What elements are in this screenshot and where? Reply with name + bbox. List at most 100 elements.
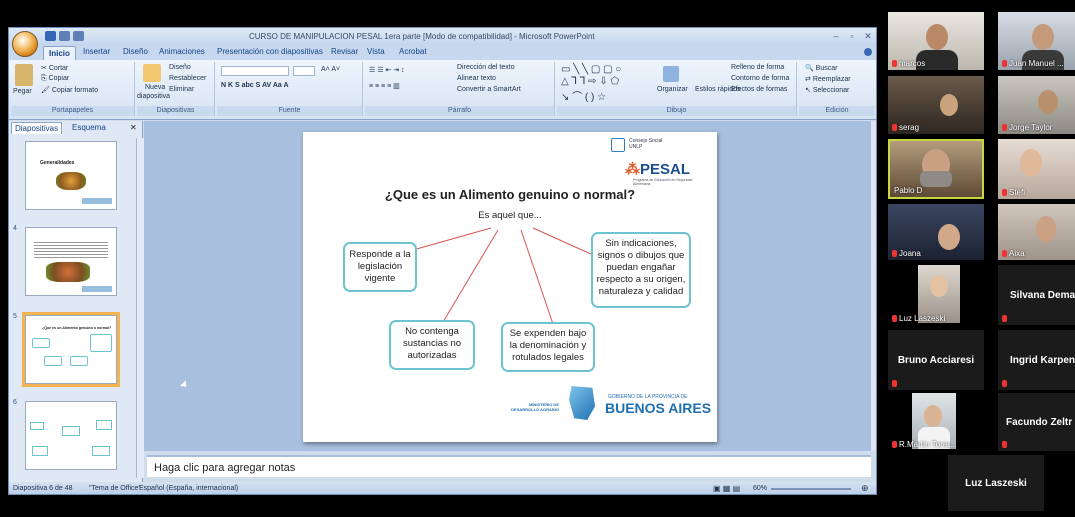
participant-name-text: R.Martín Torra... <box>899 440 957 449</box>
shapes-gallery-row2[interactable]: △ ⅂ ⅂ ⇨ ⇩ ⬠ <box>561 76 619 87</box>
slide-number: 4 <box>13 225 17 232</box>
current-slide[interactable]: Consejo Social UNLP ⁂PESAL Programa de E… <box>303 132 717 442</box>
select-button[interactable]: ↖ Seleccionar <box>805 86 849 94</box>
office-button[interactable] <box>12 31 38 57</box>
grow-font-button[interactable]: A˄ A˅ <box>321 66 340 73</box>
tab-animaciones[interactable]: Animaciones <box>159 47 205 56</box>
copy-button[interactable]: ⎘ Copiar <box>41 75 69 83</box>
tab-inicio[interactable]: Inicio <box>43 46 76 60</box>
shapes-gallery[interactable]: ▭ ╲ ╲ ▢ ▢ ○ <box>561 64 621 75</box>
slide-thumbnail-3[interactable]: Generalidades <box>25 141 117 210</box>
slide-thumbnail-6[interactable] <box>25 401 117 470</box>
layout-button[interactable]: Diseño <box>169 64 191 71</box>
view-buttons[interactable]: ▣ ▦ ▤ <box>713 484 740 493</box>
participant-tile[interactable]: Juan Manuel ... <box>998 12 1075 70</box>
undo-icon[interactable] <box>59 31 70 41</box>
participant-name: Juan Manuel ... <box>1002 59 1064 68</box>
thumb-title: Generalidades <box>40 160 75 166</box>
participant-tile[interactable]: Luz Laszeski <box>948 455 1044 511</box>
food-image <box>56 172 86 190</box>
consejo-social-logo: Consejo Social UNLP <box>629 138 663 150</box>
participant-tile[interactable]: Jorge Taylor <box>998 76 1075 134</box>
arrow-to-b3 <box>442 229 499 323</box>
smartart-button[interactable]: Convertir a SmartArt <box>457 86 521 93</box>
align-buttons[interactable]: ≡ ≡ ≡ ≡ ▥ <box>369 82 400 90</box>
status-language[interactable]: Español (España, internacional) <box>139 485 238 492</box>
replace-label: Reemplazar <box>812 76 851 83</box>
participant-name-text: Juan Manuel ... <box>1009 59 1064 68</box>
title-bar: CURSO DE MANIPULACION PESAL 1era parte [… <box>9 28 876 45</box>
redo-icon[interactable] <box>73 31 84 41</box>
shape-effects-button[interactable]: Efectos de formas <box>731 86 787 93</box>
tab-acrobat[interactable]: Acrobat <box>399 47 427 56</box>
slide-scrollbar[interactable] <box>871 121 876 451</box>
fit-window-icon[interactable]: ⊕ <box>861 483 869 494</box>
participant-tile[interactable]: Ingrid Karpen <box>998 330 1075 390</box>
tab-esquema[interactable]: Esquema <box>69 122 109 133</box>
delete-slide-button[interactable]: Eliminar <box>169 86 194 93</box>
tab-vista[interactable]: Vista <box>367 47 385 56</box>
participant-name: R.Martín Torra... <box>892 440 957 449</box>
slide-thumbnail-4[interactable] <box>25 227 117 296</box>
participant-tile-active-speaker[interactable]: Pablo D <box>888 139 984 199</box>
participant-tile[interactable]: Silvana Demar <box>998 265 1075 325</box>
maximize-button[interactable]: ▫ <box>845 31 859 41</box>
thumb-box <box>30 422 44 430</box>
participant-name: marcos <box>892 59 925 68</box>
participant-name: Aixa <box>1002 249 1025 258</box>
paste-button[interactable]: Pegar <box>13 88 32 95</box>
shape-fill-button[interactable]: Relleno de forma <box>731 64 784 71</box>
minimize-button[interactable]: – <box>829 31 843 41</box>
muted-mic-icon <box>1002 189 1007 196</box>
save-icon[interactable] <box>45 31 56 41</box>
participant-tile[interactable]: Aixa <box>998 204 1075 260</box>
participant-tile[interactable]: Joana <box>888 204 984 260</box>
new-slide-label2[interactable]: diapositiva <box>137 93 170 100</box>
participant-name-display: Luz Laszeski <box>965 477 1027 489</box>
align-text-button[interactable]: Alinear texto <box>457 75 496 82</box>
thumb-logo <box>82 286 112 292</box>
participant-tile[interactable]: Bruno Acciaresi <box>888 330 984 390</box>
find-button[interactable]: 🔍 Buscar <box>805 64 837 72</box>
tab-revisar[interactable]: Revisar <box>331 47 358 56</box>
help-icon[interactable] <box>864 48 872 56</box>
list-buttons[interactable]: ☰ ☰ ⇤ ⇥ ↕ <box>369 66 405 74</box>
tab-insertar[interactable]: Insertar <box>83 47 110 56</box>
shapes-gallery-row3[interactable]: ↘ ⌒ ( ) ☆ <box>561 88 606 103</box>
participant-tile[interactable]: R.Martín Torra... <box>888 393 984 451</box>
close-pane-icon[interactable]: ✕ <box>130 123 137 132</box>
tab-diapositivas[interactable]: Diapositivas <box>11 122 63 134</box>
participant-tile[interactable]: marcos <box>888 12 984 70</box>
format-painter-button[interactable]: 🖌 Copiar formato <box>41 86 98 94</box>
participant-tile[interactable]: serag <box>888 76 984 134</box>
font-format-buttons[interactable]: N K S abc S AV Aa A <box>221 82 289 89</box>
arrange-button[interactable]: Organizar <box>657 86 688 93</box>
muted-mic-icon <box>1002 250 1007 257</box>
close-button[interactable]: ✕ <box>861 31 875 41</box>
muted-mic-icon <box>892 60 897 67</box>
participant-mic <box>1002 314 1009 323</box>
slide-thumbnail-5[interactable]: ¿Que es un Alimento genuino o normal? <box>22 312 120 387</box>
bubble-sustancias: No contenga sustancias no autorizadas <box>389 320 475 370</box>
group-label: Fuente <box>217 106 362 116</box>
thumb-box <box>92 446 110 456</box>
replace-button[interactable]: ⇄ Reemplazar <box>805 75 851 83</box>
shape-outline-button[interactable]: Contorno de forma <box>731 75 789 82</box>
participant-tile[interactable]: Facundo Zeltr <box>998 393 1075 451</box>
zoom-slider[interactable] <box>771 488 851 490</box>
cut-button[interactable]: ✂ Cortar <box>41 64 68 72</box>
font-family-select[interactable] <box>221 66 289 76</box>
participant-tile[interactable]: Luz Laszeski <box>888 265 984 325</box>
zoom-level[interactable]: 60% <box>753 485 767 492</box>
participant-tile[interactable]: Stefi <box>998 139 1075 199</box>
notes-pane[interactable]: Haga clic para agregar notas <box>147 455 871 477</box>
tab-presentacion[interactable]: Presentación con diapositivas <box>217 47 323 56</box>
participant-name-text: Jorge Taylor <box>1009 123 1053 132</box>
new-slide-button[interactable]: Nueva <box>145 84 165 91</box>
tab-diseno[interactable]: Diseño <box>123 47 148 56</box>
font-size-select[interactable] <box>293 66 315 76</box>
text-direction-button[interactable]: Dirección del texto <box>457 64 515 71</box>
slides-pane-scrollbar[interactable] <box>136 138 144 478</box>
reset-button[interactable]: Restablecer <box>169 75 206 82</box>
participant-name-text: Joana <box>899 249 921 258</box>
